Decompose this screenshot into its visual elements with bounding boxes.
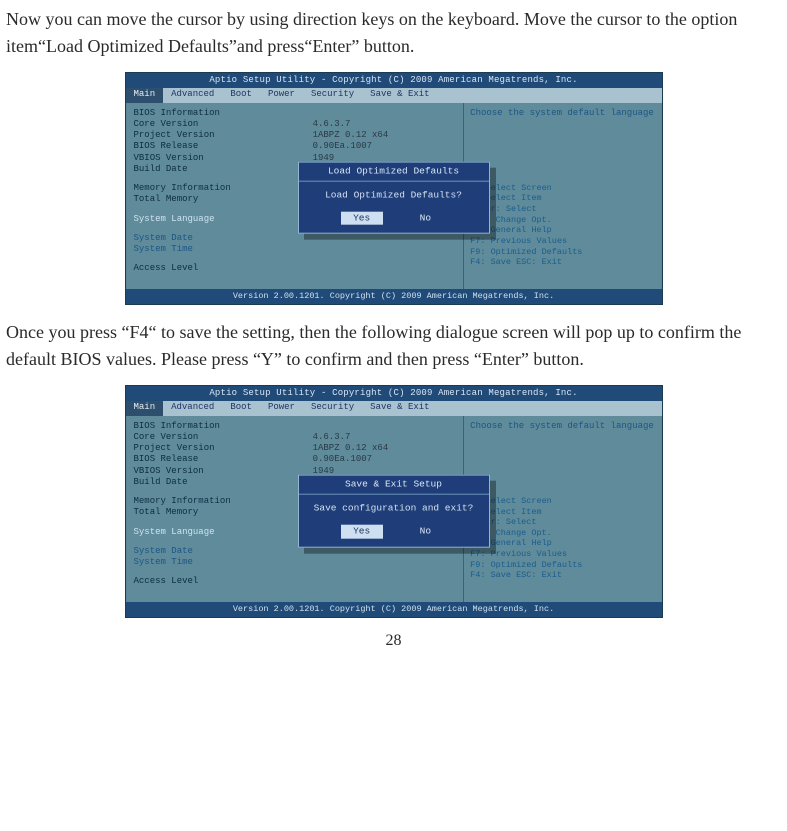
dialog-save-and-exit: Save & Exit Setup Save configuration and… bbox=[298, 475, 490, 548]
core-version-label: Core Version bbox=[134, 119, 313, 130]
dialog-body: Save configuration and exit? bbox=[299, 494, 489, 524]
help-key-f1: F1: General Help bbox=[470, 538, 655, 549]
help-key-screen: ↔: Select Screen bbox=[470, 183, 655, 194]
dialog-no-button[interactable]: No bbox=[404, 524, 446, 538]
help-description: Choose the system default language bbox=[470, 421, 655, 432]
bios-tab-main[interactable]: Main bbox=[126, 401, 164, 415]
bios-tab-security[interactable]: Security bbox=[303, 401, 362, 415]
build-date-label: Build Date bbox=[134, 164, 313, 175]
project-version-value: 1ABPZ 0.12 x64 bbox=[313, 443, 460, 454]
bios-tab-save-exit[interactable]: Save & Exit bbox=[362, 401, 437, 415]
bios-tab-advanced[interactable]: Advanced bbox=[163, 88, 222, 102]
bios-release-value: 0.90Ea.1007 bbox=[313, 454, 460, 465]
build-date-label: Build Date bbox=[134, 477, 313, 488]
dialog-yes-button[interactable]: Yes bbox=[341, 211, 383, 225]
memory-info-header: Memory Information bbox=[134, 496, 313, 507]
bios-tab-boot[interactable]: Boot bbox=[222, 88, 260, 102]
bios-tab-security[interactable]: Security bbox=[303, 88, 362, 102]
bios-footer: Version 2.00.1201. Copyright (C) 2009 Am… bbox=[126, 289, 662, 305]
vbios-label: VBIOS Version bbox=[134, 466, 313, 477]
paragraph-1: Now you can move the cursor by using dir… bbox=[6, 6, 781, 60]
memory-info-header: Memory Information bbox=[134, 183, 313, 194]
total-memory-label: Total Memory bbox=[134, 194, 313, 205]
bios-tab-main[interactable]: Main bbox=[126, 88, 164, 102]
dialog-yes-button[interactable]: Yes bbox=[341, 524, 383, 538]
help-key-item: ↕: Select Item bbox=[470, 193, 655, 204]
bios-release-label: BIOS Release bbox=[134, 454, 313, 465]
bios-screenshot-save-exit: Aptio Setup Utility - Copyright (C) 2009… bbox=[125, 385, 663, 618]
core-version-value: 4.6.3.7 bbox=[313, 432, 460, 443]
bios-tab-power[interactable]: Power bbox=[260, 401, 303, 415]
dialog-title: Save & Exit Setup bbox=[339, 479, 448, 490]
help-key-f9: F9: Optimized Defaults bbox=[470, 560, 655, 571]
bios-screenshot-load-defaults: Aptio Setup Utility - Copyright (C) 2009… bbox=[125, 72, 663, 305]
bios-titlebar: Aptio Setup Utility - Copyright (C) 2009… bbox=[126, 386, 662, 401]
help-key-change: +/-: Change Opt. bbox=[470, 215, 655, 226]
system-date-item[interactable]: System Date bbox=[134, 546, 313, 557]
bios-tab-save-exit[interactable]: Save & Exit bbox=[362, 88, 437, 102]
bios-tab-power[interactable]: Power bbox=[260, 88, 303, 102]
page-number: 28 bbox=[6, 632, 781, 650]
system-date-item[interactable]: System Date bbox=[134, 233, 313, 244]
bios-tab-boot[interactable]: Boot bbox=[222, 401, 260, 415]
total-memory-label: Total Memory bbox=[134, 507, 313, 518]
dialog-title: Load Optimized Defaults bbox=[322, 165, 465, 176]
project-version-label: Project Version bbox=[134, 130, 313, 141]
help-key-f9: F9: Optimized Defaults bbox=[470, 247, 655, 258]
bios-tab-row: Main Advanced Boot Power Security Save &… bbox=[126, 401, 662, 415]
help-key-f1: F1: General Help bbox=[470, 225, 655, 236]
bios-info-header: BIOS Information bbox=[134, 421, 313, 432]
project-version-value: 1ABPZ 0.12 x64 bbox=[313, 130, 460, 141]
system-time-item[interactable]: System Time bbox=[134, 557, 313, 568]
help-key-f7: F7: Previous Values bbox=[470, 549, 655, 560]
dialog-no-button[interactable]: No bbox=[404, 211, 446, 225]
vbios-label: VBIOS Version bbox=[134, 153, 313, 164]
system-time-item[interactable]: System Time bbox=[134, 244, 313, 255]
core-version-label: Core Version bbox=[134, 432, 313, 443]
help-key-f4: F4: Save ESC: Exit bbox=[470, 570, 655, 581]
bios-titlebar: Aptio Setup Utility - Copyright (C) 2009… bbox=[126, 73, 662, 88]
help-key-f7: F7: Previous Values bbox=[470, 236, 655, 247]
access-level-item: Access Level bbox=[134, 576, 313, 587]
system-language-item[interactable]: System Language bbox=[134, 527, 313, 538]
bios-info-header: BIOS Information bbox=[134, 108, 313, 119]
help-key-enter: Enter: Select bbox=[470, 204, 655, 215]
access-level-item: Access Level bbox=[134, 263, 313, 274]
core-version-value: 4.6.3.7 bbox=[313, 119, 460, 130]
bios-release-label: BIOS Release bbox=[134, 141, 313, 152]
bios-tab-advanced[interactable]: Advanced bbox=[163, 401, 222, 415]
bios-help-pane: Choose the system default language ↔: Se… bbox=[463, 103, 661, 289]
help-description: Choose the system default language bbox=[470, 108, 655, 119]
bios-footer: Version 2.00.1201. Copyright (C) 2009 Am… bbox=[126, 602, 662, 618]
help-key-change: +/-: Change Opt. bbox=[470, 528, 655, 539]
help-key-f4: F4: Save ESC: Exit bbox=[470, 257, 655, 268]
project-version-label: Project Version bbox=[134, 443, 313, 454]
dialog-body: Load Optimized Defaults? bbox=[299, 181, 489, 211]
bios-help-pane: Choose the system default language ↔: Se… bbox=[463, 416, 661, 602]
help-key-enter: Enter: Select bbox=[470, 517, 655, 528]
help-key-screen: ↔: Select Screen bbox=[470, 496, 655, 507]
help-key-item: ↕: Select Item bbox=[470, 507, 655, 518]
system-language-item[interactable]: System Language bbox=[134, 214, 313, 225]
dialog-load-optimized-defaults: Load Optimized Defaults Load Optimized D… bbox=[298, 161, 490, 234]
bios-release-value: 0.90Ea.1007 bbox=[313, 141, 460, 152]
bios-tab-row: Main Advanced Boot Power Security Save &… bbox=[126, 88, 662, 102]
paragraph-2: Once you press “F4“ to save the setting,… bbox=[6, 319, 781, 373]
